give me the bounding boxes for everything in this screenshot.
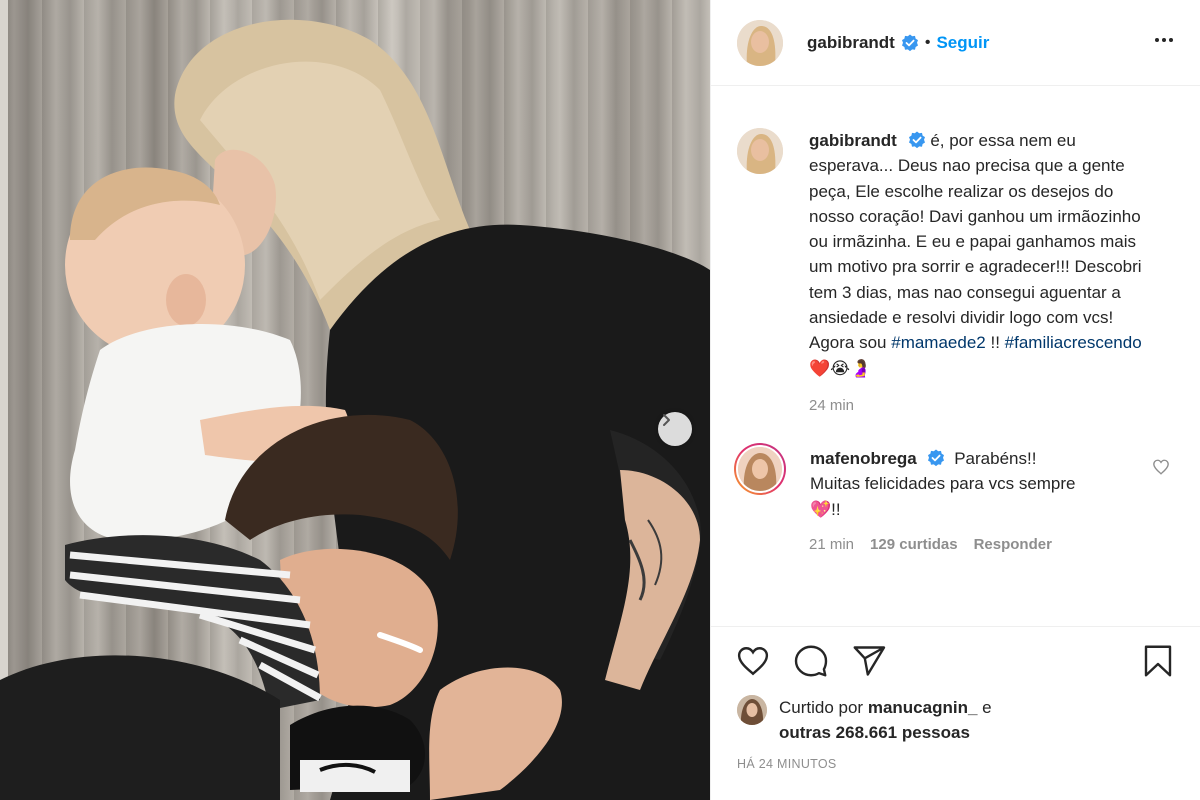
post-timestamp[interactable]: HÁ 24 MINUTOS <box>711 757 1200 771</box>
heart-icon <box>737 647 769 676</box>
verified-badge-icon <box>928 449 945 467</box>
caption-text-mid: !! <box>985 333 1005 353</box>
verified-badge-icon <box>901 34 918 51</box>
separator-dot: • <box>924 33 931 51</box>
comment-meta: 21 min 129 curtidas Responder <box>809 536 1200 553</box>
action-bar <box>711 627 1200 695</box>
like-button[interactable] <box>735 643 771 679</box>
liker-avatar-image <box>737 695 767 725</box>
verified-badge-icon <box>908 131 925 149</box>
likes-prefix: Curtido por <box>779 698 868 717</box>
comment-username[interactable]: mafenobrega <box>810 449 917 468</box>
post-photo[interactable] <box>0 0 710 800</box>
author-avatar[interactable] <box>737 19 783 66</box>
comment-text-block: mafenobrega Parabéns!! Muitas felicidade… <box>810 446 1090 522</box>
follow-button[interactable]: Seguir <box>936 33 989 53</box>
post-actions-section: Curtido por manucagnin_ e outras 268.661… <box>711 626 1200 771</box>
liker-username[interactable]: manucagnin_ <box>868 698 978 717</box>
caption-emojis: ❤️😭🤰 <box>809 358 872 378</box>
carousel-next-button[interactable] <box>658 412 692 446</box>
save-button[interactable] <box>1140 643 1176 679</box>
comment-button[interactable] <box>793 643 829 679</box>
like-comment-button[interactable] <box>1152 458 1170 481</box>
caption-text: é, por essa nem eu esperava... Deus nao … <box>809 131 1142 353</box>
heart-icon <box>1153 459 1169 475</box>
others-likes-link[interactable]: outras 268.661 pessoas <box>779 723 970 742</box>
hashtag-link[interactable]: #familiacrescendo <box>1005 333 1142 352</box>
post-header: gabibrandt • Seguir <box>711 0 1200 86</box>
comment-likes-count[interactable]: 129 curtidas <box>870 536 958 553</box>
caption-username[interactable]: gabibrandt <box>809 131 897 150</box>
author-username[interactable]: gabibrandt <box>807 33 895 53</box>
paper-plane-icon <box>853 646 886 676</box>
comment-timestamp[interactable]: 21 min <box>809 536 854 553</box>
bookmark-icon <box>1144 645 1172 677</box>
more-options-icon <box>1155 38 1173 42</box>
likes-text: Curtido por manucagnin_ e outras 268.661… <box>779 695 992 745</box>
chevron-right-icon <box>663 414 670 426</box>
caption-timestamp[interactable]: 24 min <box>809 397 1200 414</box>
caption: gabibrandt é, por essa nem eu esperava..… <box>711 128 1200 381</box>
caption-text-block: gabibrandt é, por essa nem eu esperava..… <box>809 128 1159 381</box>
commenter-avatar[interactable] <box>734 442 786 495</box>
share-button[interactable] <box>851 643 887 679</box>
post-details-panel: gabibrandt • Seguir gabibrandt é, por es… <box>710 0 1200 800</box>
caption-avatar-image <box>737 128 783 174</box>
comment-icon <box>794 645 828 677</box>
reply-button[interactable]: Responder <box>974 536 1052 553</box>
liker-avatar[interactable] <box>737 695 767 725</box>
caption-author-avatar[interactable] <box>737 128 783 174</box>
author-avatar-image <box>737 19 783 66</box>
likes-mid: e <box>977 698 992 717</box>
hashtag-link[interactable]: #mamaede2 <box>891 333 986 352</box>
likes-summary: Curtido por manucagnin_ e outras 268.661… <box>711 695 1200 745</box>
family-illustration <box>0 19 710 800</box>
comment: mafenobrega Parabéns!! Muitas felicidade… <box>711 442 1200 522</box>
commenter-avatar-image <box>738 446 782 491</box>
more-options-button[interactable] <box>1152 28 1176 57</box>
